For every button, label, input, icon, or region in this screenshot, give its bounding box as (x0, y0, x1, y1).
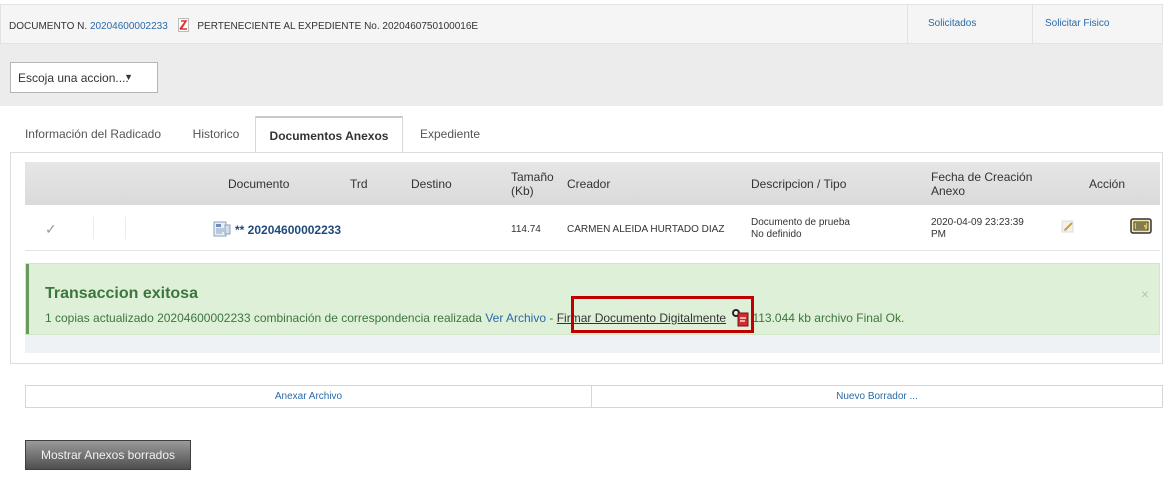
alert-message-text: 1 copias actualizado 20204600002233 comb… (45, 311, 482, 325)
success-alert: Transaccion exitosa 1 copias actualizado… (25, 263, 1160, 335)
anexos-button-row: Anexar Archivo Nuevo Borrador ... (25, 385, 1163, 408)
doc-prefix: DOCUMENTO N. (9, 21, 88, 32)
close-icon[interactable]: × (1141, 286, 1149, 302)
document-file-icon (213, 221, 231, 237)
anexar-archivo-button[interactable]: Anexar Archivo (26, 386, 591, 407)
expediente-text: PERTENECIENTE AL EXPEDIENTE No. 20204607… (197, 21, 479, 32)
nuevo-borrador-button[interactable]: Nuevo Borrador ... (592, 386, 1162, 407)
ver-archivo-link[interactable]: Ver Archivo (485, 311, 546, 325)
document-link-text: ** 20204600002233 (235, 223, 342, 237)
cell-descripcion-line2: No definido (751, 229, 802, 240)
pdf-icon[interactable] (177, 18, 189, 32)
header-descripcion: Descripcion / Tipo (751, 177, 847, 191)
table-header: Documento Trd Destino Tamaño (Kb) Creado… (25, 162, 1160, 206)
header-documento: Documento (228, 177, 290, 191)
alert-message: 1 copias actualizado 20204600002233 comb… (45, 307, 904, 327)
alert-message-result: 113.044 kb archivo Final Ok. (752, 311, 905, 325)
cell-fecha-line1: 2020-04-09 23:23:39 (931, 217, 1024, 228)
cell-fecha: 2020-04-09 23:23:39 PM (931, 217, 1024, 241)
mostrar-anexos-borrados-button[interactable]: Mostrar Anexos borrados (25, 440, 191, 470)
cell-divider (93, 217, 94, 239)
header-divider (1032, 5, 1033, 43)
cell-fecha-line2: PM (931, 229, 946, 240)
header-tamano-line2: (Kb) (511, 184, 534, 198)
cell-divider (125, 217, 126, 239)
header-fecha-creacion: Fecha de Creación Anexo (931, 170, 1032, 198)
doc-number-link[interactable]: 20204600002233 (90, 21, 168, 32)
header-tamano-line1: Tamaño (511, 170, 554, 184)
tab-informacion-radicado[interactable]: Información del Radicado (10, 116, 176, 153)
alert-title: Transaccion exitosa (45, 285, 198, 302)
solicitar-fisico-link[interactable]: Solicitar Fisico (1045, 18, 1109, 29)
document-header-bar: DOCUMENTO N. 20204600002233 PERTENECIENT… (0, 4, 1163, 44)
tab-documentos-anexos[interactable]: Documentos Anexos (255, 116, 403, 154)
alert-footer-band (25, 335, 1160, 353)
solicitados-link[interactable]: Solicitados (928, 18, 976, 29)
edit-pencil-icon[interactable] (1061, 219, 1075, 236)
header-destino: Destino (411, 177, 452, 191)
header-fecha-line2: Anexo (931, 184, 966, 198)
header-trd: Trd (350, 177, 368, 191)
alert-accent-bar (26, 264, 29, 334)
header-divider (907, 5, 908, 43)
table-row: ✓ ** 20204600002233 114.74 CARMEN ALEIDA… (25, 205, 1160, 251)
action-select-value: Escoja una accion.... (18, 71, 129, 85)
header-accion: Acción (1089, 177, 1126, 191)
cell-creador: CARMEN ALEIDA HURTADO DIAZ (567, 224, 725, 235)
scanner-action-icon[interactable] (1130, 217, 1152, 238)
cell-tamano: 114.74 (511, 224, 541, 235)
document-link[interactable]: ** 20204600002233 (213, 221, 341, 237)
document-info: DOCUMENTO N. 20204600002233 PERTENECIENT… (9, 18, 478, 32)
tab-panel-documentos-anexos: Documento Trd Destino Tamaño (Kb) Creado… (10, 152, 1163, 364)
action-strip: Escoja una accion.... ▼ (0, 44, 1163, 106)
header-creador: Creador (567, 177, 611, 191)
header-tamano: Tamaño (Kb) (511, 170, 554, 198)
checkmark-icon: ✓ (45, 221, 57, 237)
cell-descripcion-line1: Documento de prueba (751, 217, 850, 228)
action-select[interactable]: Escoja una accion.... ▼ (10, 62, 158, 93)
tab-historico[interactable]: Historico (178, 116, 254, 153)
header-fecha-line1: Fecha de Creación (931, 170, 1033, 184)
alert-dash: - (546, 311, 557, 325)
firmar-documento-link[interactable]: Firmar Documento Digitalmente (557, 311, 726, 325)
chevron-down-icon: ▼ (124, 72, 133, 82)
digital-signature-icon[interactable] (731, 307, 749, 327)
cell-descripcion: Documento de prueba No definido (751, 217, 850, 241)
tab-expediente[interactable]: Expediente (405, 116, 495, 153)
